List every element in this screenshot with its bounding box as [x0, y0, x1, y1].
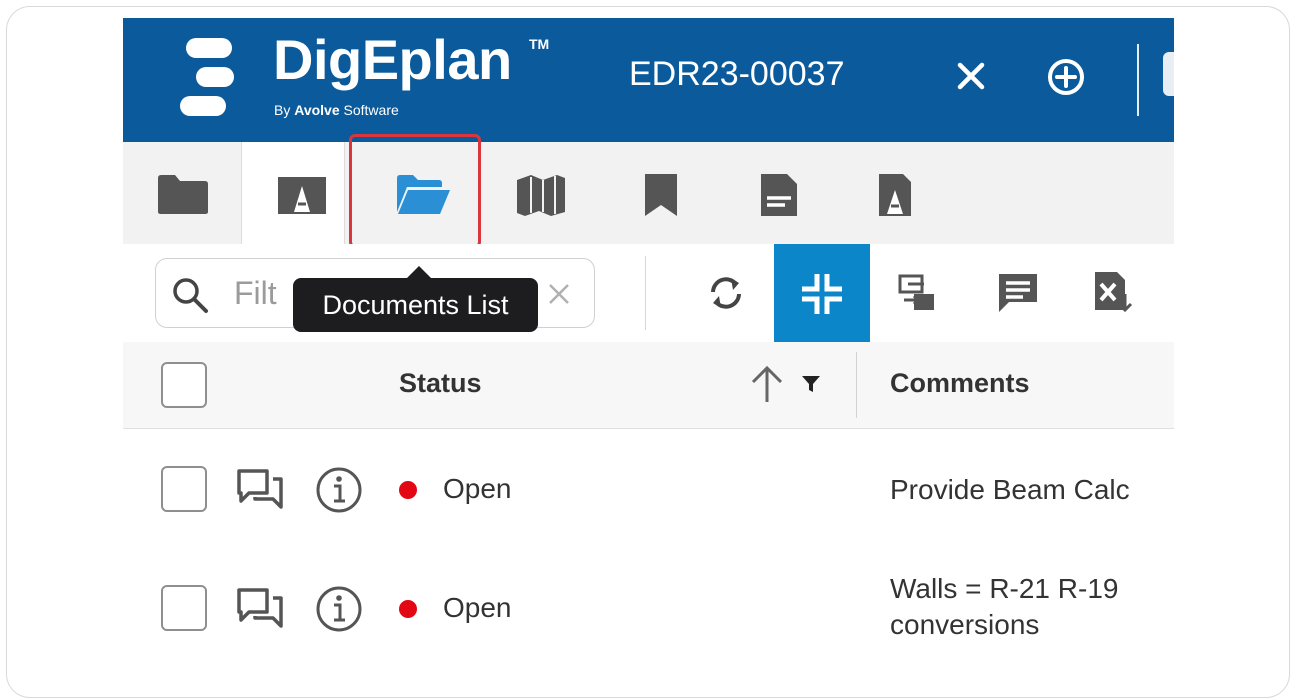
plus-circle-icon — [1048, 59, 1084, 95]
info-icon[interactable] — [315, 466, 363, 514]
export-excel-button[interactable] — [1065, 244, 1161, 342]
status-text: Open — [443, 473, 512, 504]
status-dot-open — [399, 600, 417, 618]
map-icon — [517, 175, 565, 216]
app-header: DigEplan TM By Avolve Software EDR23-000… — [123, 18, 1174, 142]
close-record-button[interactable] — [953, 58, 989, 94]
column-header-status[interactable]: Status — [399, 368, 482, 399]
table-header: Status Comments — [123, 342, 1174, 429]
tab-bookmarks[interactable] — [601, 142, 703, 244]
app-window: DigEplan TM By Avolve Software EDR23-000… — [123, 18, 1174, 664]
status-dot-open — [399, 481, 417, 499]
add-record-button[interactable] — [1047, 58, 1085, 96]
select-all-checkbox[interactable] — [161, 362, 207, 408]
header-clipped-item[interactable] — [1163, 52, 1174, 96]
bookmark-icon — [645, 174, 677, 216]
sort-ascending-icon[interactable] — [747, 362, 787, 406]
refresh-icon — [711, 277, 741, 309]
table-row[interactable]: Open Provide Beam Calc — [123, 429, 1174, 547]
drawing-file-icon — [879, 174, 911, 216]
collapse-button[interactable] — [774, 244, 870, 342]
trademark: TM — [529, 36, 550, 52]
clear-filter-icon[interactable] — [548, 283, 570, 305]
documents-list-highlight — [349, 134, 481, 248]
close-icon — [957, 62, 985, 90]
toolbar-divider — [645, 256, 646, 330]
discussion-icon[interactable] — [237, 588, 285, 630]
filter-placeholder: Filt — [234, 275, 277, 311]
panel-tabs — [123, 142, 1174, 244]
comment-icon — [999, 274, 1037, 312]
file-icon — [761, 174, 797, 216]
comment-text: Walls = R-21 R-19 conversions — [890, 571, 1118, 643]
tab-files[interactable] — [719, 142, 821, 244]
tab-drawings[interactable] — [241, 142, 345, 244]
column-filter-icon[interactable] — [801, 374, 821, 394]
swap-layers-icon — [898, 274, 934, 310]
excel-export-icon — [1095, 272, 1133, 313]
list-toolbar: Filt — [123, 244, 1174, 343]
column-divider — [856, 352, 857, 418]
discussion-icon[interactable] — [237, 469, 285, 511]
documents-list-tooltip: Documents List — [293, 266, 538, 332]
record-id: EDR23-00037 — [629, 55, 845, 93]
comment-text: Provide Beam Calc — [890, 474, 1130, 505]
search-icon — [173, 278, 208, 313]
status-text: Open — [443, 592, 512, 623]
refresh-button[interactable] — [679, 244, 775, 342]
assign-button[interactable] — [870, 244, 966, 342]
digeplan-logo — [180, 38, 234, 116]
row-checkbox[interactable] — [161, 585, 207, 631]
column-header-comments[interactable]: Comments — [890, 368, 1030, 399]
info-icon[interactable] — [315, 585, 363, 633]
comment-button[interactable] — [971, 244, 1067, 342]
brand-byline: By Avolve Software — [274, 102, 399, 118]
tab-maps[interactable] — [481, 142, 583, 244]
brand-name: DigEplan — [273, 28, 512, 91]
folder-icon — [158, 175, 208, 214]
header-divider — [1137, 44, 1139, 116]
comment-line: conversions — [890, 609, 1040, 640]
table-row[interactable]: Open Walls = R-21 R-19 conversions — [123, 547, 1174, 664]
comment-line: Walls = R-21 R-19 — [890, 573, 1119, 604]
tab-folder[interactable] — [123, 142, 225, 244]
collapse-icon — [802, 274, 842, 314]
tab-sheet-file[interactable] — [835, 142, 937, 244]
drawing-sheets-icon — [278, 177, 326, 214]
row-checkbox[interactable] — [161, 466, 207, 512]
